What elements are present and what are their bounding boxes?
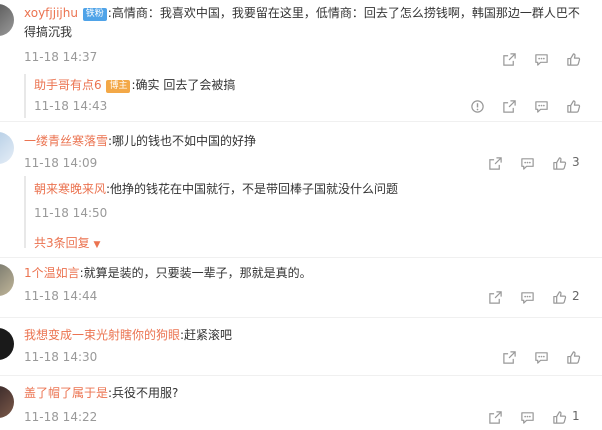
share-icon[interactable] [500,348,518,366]
comment-item: xoyfjjijhu 铁粉:高情商：我喜欢中国，我要留在这里，低情商：回去了怎么… [0,0,602,122]
like-icon[interactable] [550,154,568,172]
comment-icon[interactable] [532,50,550,68]
share-icon[interactable] [500,97,518,115]
comment-icon[interactable] [532,348,550,366]
more-replies-link[interactable]: 共3条回复 ▼ [34,234,100,251]
comment-text: 盖了帽了属于是:兵役不用服? [24,384,582,403]
comment-actions: 3 [486,154,590,172]
comment-time: 11-18 14:09 [24,156,98,170]
reply-username[interactable]: 助手哥有点6 [34,78,102,92]
like-icon[interactable] [564,348,582,366]
fan-badge: 铁粉 [82,8,107,21]
like-icon[interactable] [550,288,568,306]
like-count: 3 [572,155,580,169]
like-icon[interactable] [550,408,568,426]
like-icon[interactable] [564,50,582,68]
share-icon[interactable] [486,408,504,426]
reply-actions [468,97,590,115]
comment-item: 我想变成一束光射瞎你的狗眼:赶紧滚吧 11-18 14:30 [0,318,602,376]
comment-text: 1个温如言:就算是装的，只要装一辈子，那就是真的。 [24,264,582,283]
reply-thread-bar [24,74,26,118]
reply-username[interactable]: 朝来寒晚来风 [34,182,106,196]
share-icon[interactable] [486,154,504,172]
reply-time: 11-18 14:43 [34,99,108,113]
comment-icon[interactable] [532,97,550,115]
comment-actions [500,50,590,68]
comment-item: 盖了帽了属于是:兵役不用服? 11-18 14:22 1 [0,376,602,430]
comment-actions [500,348,590,366]
comment-username[interactable]: 一缕青丝寒落雪 [24,134,108,148]
reply-text: 朝来寒晚来风:他挣的钱花在中国就行，不是带回棒子国就没什么问题 [34,180,582,199]
comment-body: :高情商：我喜欢中国，我要留在这里，低情商：回去了怎么捞钱啊，韩国那边一群人巴不 [107,6,580,20]
comment-body: :哪儿的钱也不如中国的好挣 [108,134,257,148]
comment-body: :兵役不用服? [108,386,179,400]
like-icon[interactable] [564,97,582,115]
host-badge: 博主 [106,80,131,93]
comment-text: xoyfjjijhu 铁粉:高情商：我喜欢中国，我要留在这里，低情商：回去了怎么… [24,4,582,23]
comment-icon[interactable] [518,288,536,306]
like-count: 2 [572,289,580,303]
comment-username[interactable]: 1个温如言 [24,266,80,280]
comment-body: :就算是装的，只要装一辈子，那就是真的。 [79,266,312,280]
comment-icon[interactable] [518,408,536,426]
reply-time: 11-18 14:50 [34,206,108,220]
reply-text: 助手哥有点6 博主:确实 回去了会被搞 [34,76,582,95]
like-count: 1 [572,409,580,423]
comment-actions: 2 [486,288,590,306]
comment-time: 11-18 14:44 [24,289,98,303]
share-icon[interactable] [486,288,504,306]
comment-text-line2: 得搞沉我 [24,25,73,39]
comment-text: 我想变成一束光射瞎你的狗眼:赶紧滚吧 [24,326,582,345]
more-replies-label: 共3条回复 [34,236,90,250]
caret-down-icon: ▼ [93,240,101,250]
comment-icon[interactable] [518,154,536,172]
comment-username[interactable]: 盖了帽了属于是 [24,386,108,400]
comment-username[interactable]: 我想变成一束光射瞎你的狗眼 [24,328,180,342]
comment-body: :赶紧滚吧 [180,328,233,342]
share-icon[interactable] [500,50,518,68]
comment-item: 1个温如言:就算是装的，只要装一辈子，那就是真的。 11-18 14:44 2 [0,258,602,318]
avatar[interactable] [0,4,14,36]
comment-username[interactable]: xoyfjjijhu [24,6,78,20]
comment-actions: 1 [486,408,590,426]
avatar[interactable] [0,328,14,360]
reply-body: :他挣的钱花在中国就行，不是带回棒子国就没什么问题 [106,182,399,196]
avatar[interactable] [0,132,14,164]
reply-thread-bar [24,176,26,248]
comment-time: 11-18 14:37 [24,50,98,64]
avatar[interactable] [0,264,14,296]
avatar[interactable] [0,386,14,418]
comment-text: 一缕青丝寒落雪:哪儿的钱也不如中国的好挣 [24,132,582,151]
report-icon[interactable] [468,97,486,115]
comment-item: 一缕青丝寒落雪:哪儿的钱也不如中国的好挣 11-18 14:09 3 朝来寒晚来… [0,122,602,258]
comment-time: 11-18 14:22 [24,410,98,424]
reply-body: :确实 回去了会被搞 [131,78,236,92]
comment-time: 11-18 14:30 [24,350,98,364]
